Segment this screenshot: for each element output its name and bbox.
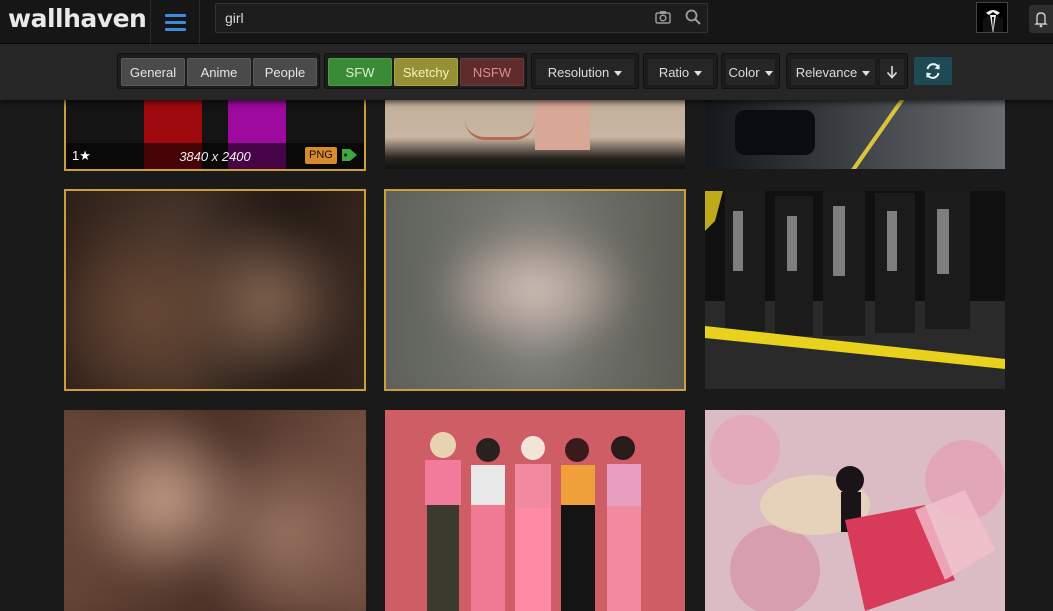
wallpaper-thumb[interactable]: [705, 90, 1005, 169]
purity-nsfw-button[interactable]: NSFW: [460, 58, 524, 86]
resolution-dropdown[interactable]: Resolution: [535, 58, 635, 86]
category-anime-button[interactable]: Anime: [187, 58, 251, 86]
resolution-group: Resolution: [531, 53, 639, 89]
wallpaper-thumb[interactable]: [384, 189, 686, 391]
sort-order-down-icon: [886, 66, 898, 79]
sort-dropdown[interactable]: Relevance: [790, 58, 876, 86]
category-toggle-group: General Anime People: [117, 53, 320, 89]
camera-icon[interactable]: [655, 10, 671, 24]
site-logo[interactable]: wallhaven: [8, 4, 147, 33]
search-filter-bar: General Anime People SFW Sketchy NSFW Re…: [0, 44, 1053, 100]
purity-sfw-button[interactable]: SFW: [328, 58, 392, 86]
top-header: wallhaven: [0, 0, 1053, 44]
wallpaper-thumb[interactable]: 1★ 3840 x 2400 PNG: [64, 88, 366, 171]
sort-group: Relevance: [786, 53, 908, 89]
user-avatar[interactable]: [976, 2, 1008, 33]
category-general-button[interactable]: General: [121, 58, 185, 86]
caret-down-icon: [862, 71, 871, 76]
wallpaper-thumb[interactable]: [64, 189, 366, 391]
tag-icon[interactable]: [341, 148, 358, 162]
sort-order-button[interactable]: [879, 58, 905, 86]
ratio-label: Ratio: [658, 64, 690, 80]
ratio-group: Ratio: [643, 53, 718, 89]
caret-down-icon: [694, 71, 703, 76]
caret-down-icon: [614, 71, 623, 76]
wallpaper-thumb[interactable]: [385, 410, 685, 611]
wallpaper-thumb[interactable]: [64, 410, 366, 611]
resolution-label: Resolution: [547, 64, 610, 80]
color-label: Color: [728, 64, 760, 80]
menu-icon: [164, 13, 186, 17]
search-input[interactable]: [216, 4, 641, 32]
refresh-icon: [926, 63, 940, 79]
refresh-button[interactable]: [914, 57, 952, 85]
ratio-dropdown[interactable]: Ratio: [647, 58, 714, 86]
category-people-button[interactable]: People: [253, 58, 317, 86]
color-group: Color: [721, 53, 780, 89]
search-box: [215, 3, 708, 33]
wallpaper-thumb[interactable]: [705, 191, 1005, 389]
purity-toggle-group: SFW Sketchy NSFW: [324, 53, 527, 89]
color-dropdown[interactable]: Color: [725, 58, 776, 86]
purity-sketchy-button[interactable]: Sketchy: [394, 58, 458, 86]
menu-button[interactable]: [150, 0, 200, 44]
search-icon[interactable]: [685, 9, 701, 25]
sort-label: Relevance: [795, 64, 858, 80]
bell-icon: [1034, 12, 1048, 28]
wallpaper-thumb[interactable]: [705, 410, 1005, 611]
caret-down-icon: [764, 71, 773, 76]
wallpaper-thumb[interactable]: [385, 90, 685, 169]
notifications-button[interactable]: [1029, 5, 1053, 33]
file-type-badge: PNG: [305, 147, 337, 164]
thumb-info-bar: 1★ 3840 x 2400 PNG: [66, 143, 364, 169]
